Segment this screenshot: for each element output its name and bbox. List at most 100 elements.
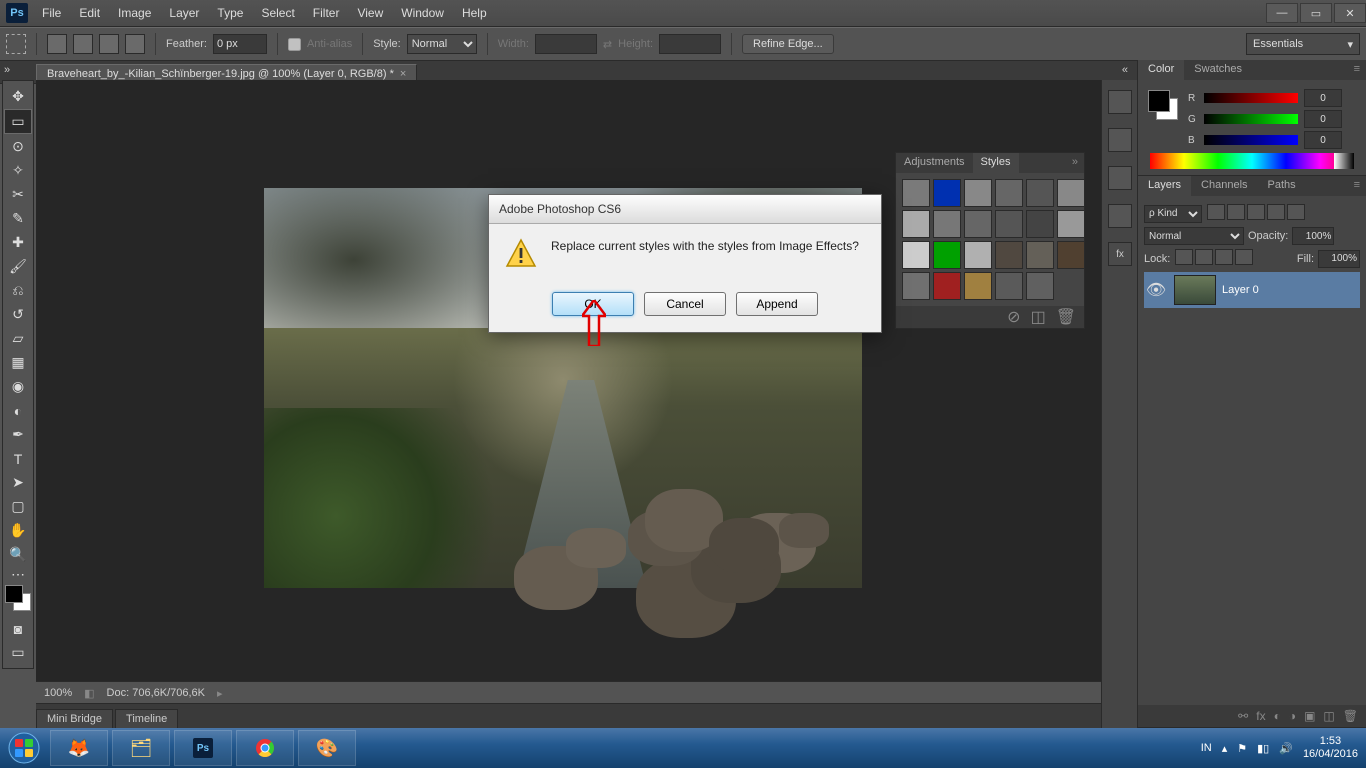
crop-tool[interactable]: ✂ — [5, 183, 31, 206]
magic-wand-tool[interactable]: ✧ — [5, 159, 31, 182]
append-button[interactable]: Append — [736, 292, 818, 316]
taskbar-paint[interactable]: 🎨 — [298, 730, 356, 766]
style-swatch[interactable] — [902, 241, 930, 269]
network-icon[interactable]: ▮▯ — [1257, 742, 1269, 755]
menu-type[interactable]: Type — [209, 2, 251, 24]
status-menu-icon[interactable]: ▸ — [217, 687, 223, 700]
layer-name[interactable]: Layer 0 — [1222, 284, 1259, 296]
tab-layers[interactable]: Layers — [1138, 176, 1191, 196]
style-swatch[interactable] — [1057, 241, 1085, 269]
style-swatch[interactable] — [964, 241, 992, 269]
brush-panel-icon[interactable] — [1108, 204, 1132, 228]
new-style-icon[interactable]: ◫ — [1031, 307, 1046, 327]
menu-filter[interactable]: Filter — [305, 2, 348, 24]
r-input[interactable] — [1304, 89, 1342, 107]
tab-paths[interactable]: Paths — [1258, 176, 1306, 196]
layer-filter-kind[interactable]: ρ Kind — [1144, 205, 1202, 223]
workspace-switcher[interactable]: Essentials▾ — [1246, 33, 1360, 55]
eyedropper-tool[interactable]: ✎ — [5, 207, 31, 230]
quick-mask-icon[interactable]: ◙ — [5, 617, 31, 640]
marquee-tool-preset[interactable] — [6, 34, 26, 54]
add-selection-icon[interactable] — [73, 34, 93, 54]
style-swatch[interactable] — [933, 272, 961, 300]
style-swatch[interactable] — [964, 210, 992, 238]
g-input[interactable] — [1304, 110, 1342, 128]
style-swatch[interactable] — [1057, 210, 1085, 238]
style-swatch[interactable] — [995, 179, 1023, 207]
collapse-icon[interactable]: » — [4, 64, 10, 76]
pen-tool[interactable]: ✒ — [5, 423, 31, 446]
language-indicator[interactable]: IN — [1201, 742, 1212, 754]
feather-input[interactable] — [213, 34, 267, 54]
color-fgbg-swatch[interactable] — [1148, 90, 1178, 120]
r-slider[interactable] — [1204, 93, 1298, 103]
mask-icon[interactable]: ◐ — [1274, 709, 1281, 723]
marquee-tool[interactable]: ▭ — [4, 109, 32, 134]
menu-view[interactable]: View — [349, 2, 391, 24]
style-swatch[interactable] — [933, 179, 961, 207]
g-slider[interactable] — [1204, 114, 1298, 124]
screen-mode-icon[interactable]: ▭ — [5, 641, 31, 664]
tab-color[interactable]: Color — [1138, 60, 1184, 80]
gradient-tool[interactable]: ▦ — [5, 351, 31, 374]
menu-help[interactable]: Help — [454, 2, 495, 24]
new-selection-icon[interactable] — [47, 34, 67, 54]
brush-tool[interactable]: 🖌 — [5, 255, 31, 278]
cancel-button[interactable]: Cancel — [644, 292, 726, 316]
healing-brush-tool[interactable]: ✚ — [5, 231, 31, 254]
styles-collapse-icon[interactable]: » — [1066, 153, 1084, 173]
b-input[interactable] — [1304, 131, 1342, 149]
refine-edge-button[interactable]: Refine Edge... — [742, 34, 834, 54]
shape-tool[interactable]: ▢ — [5, 495, 31, 518]
zoom-level[interactable]: 100% — [44, 687, 72, 699]
style-swatch[interactable] — [1026, 272, 1054, 300]
layers-menu-icon[interactable]: ≡ — [1348, 176, 1366, 196]
menu-layer[interactable]: Layer — [161, 2, 207, 24]
link-layers-icon[interactable]: ⚯ — [1238, 709, 1248, 723]
tab-mini-bridge[interactable]: Mini Bridge — [36, 709, 113, 728]
maximize-button[interactable]: ▭ — [1300, 3, 1332, 23]
panel-dock-collapse-icon[interactable]: « — [1122, 64, 1128, 76]
style-swatch[interactable] — [902, 210, 930, 238]
dodge-tool[interactable]: ◐ — [5, 399, 31, 422]
blur-tool[interactable]: ◉ — [5, 375, 31, 398]
color-spectrum[interactable] — [1150, 153, 1354, 169]
tab-channels[interactable]: Channels — [1191, 176, 1257, 196]
menu-image[interactable]: Image — [110, 2, 159, 24]
style-swatch[interactable] — [1026, 241, 1054, 269]
lock-icons[interactable] — [1174, 249, 1254, 268]
lasso-tool[interactable]: ⊙ — [5, 135, 31, 158]
volume-icon[interactable]: 🔊 — [1279, 742, 1293, 755]
path-selection-tool[interactable]: ➤ — [5, 471, 31, 494]
character-panel-icon[interactable]: fx — [1108, 242, 1132, 266]
style-swatch[interactable] — [964, 272, 992, 300]
adjustment-icon[interactable]: ◑ — [1289, 709, 1296, 723]
fx-icon[interactable]: fx — [1256, 709, 1265, 723]
tab-swatches[interactable]: Swatches — [1184, 60, 1252, 80]
no-style-icon[interactable]: ⊘ — [1007, 307, 1020, 327]
style-swatch[interactable] — [1057, 179, 1085, 207]
style-swatch[interactable] — [902, 272, 930, 300]
history-brush-tool[interactable]: ↺ — [5, 303, 31, 326]
style-select[interactable]: Normal — [407, 34, 477, 54]
blend-mode-select[interactable]: Normal — [1144, 227, 1244, 245]
menu-edit[interactable]: Edit — [71, 2, 108, 24]
style-swatch[interactable] — [1026, 210, 1054, 238]
style-swatch[interactable] — [995, 272, 1023, 300]
status-arrow-icon[interactable]: ◧ — [84, 687, 94, 700]
tray-arrow-icon[interactable]: ▴ — [1222, 742, 1228, 755]
subtract-selection-icon[interactable] — [99, 34, 119, 54]
b-slider[interactable] — [1204, 135, 1298, 145]
foreground-color[interactable] — [5, 585, 23, 603]
menu-window[interactable]: Window — [393, 2, 452, 24]
fill-input[interactable] — [1318, 250, 1360, 268]
eraser-tool[interactable]: ▱ — [5, 327, 31, 350]
style-swatch[interactable] — [933, 210, 961, 238]
menu-select[interactable]: Select — [253, 2, 302, 24]
taskbar-photoshop[interactable]: Ps — [174, 730, 232, 766]
close-tab-icon[interactable]: × — [400, 68, 406, 80]
flag-icon[interactable]: ⚑ — [1237, 742, 1247, 755]
style-swatch[interactable] — [964, 179, 992, 207]
close-button[interactable]: ✕ — [1334, 3, 1366, 23]
clone-stamp-tool[interactable]: ⎌ — [5, 279, 31, 302]
